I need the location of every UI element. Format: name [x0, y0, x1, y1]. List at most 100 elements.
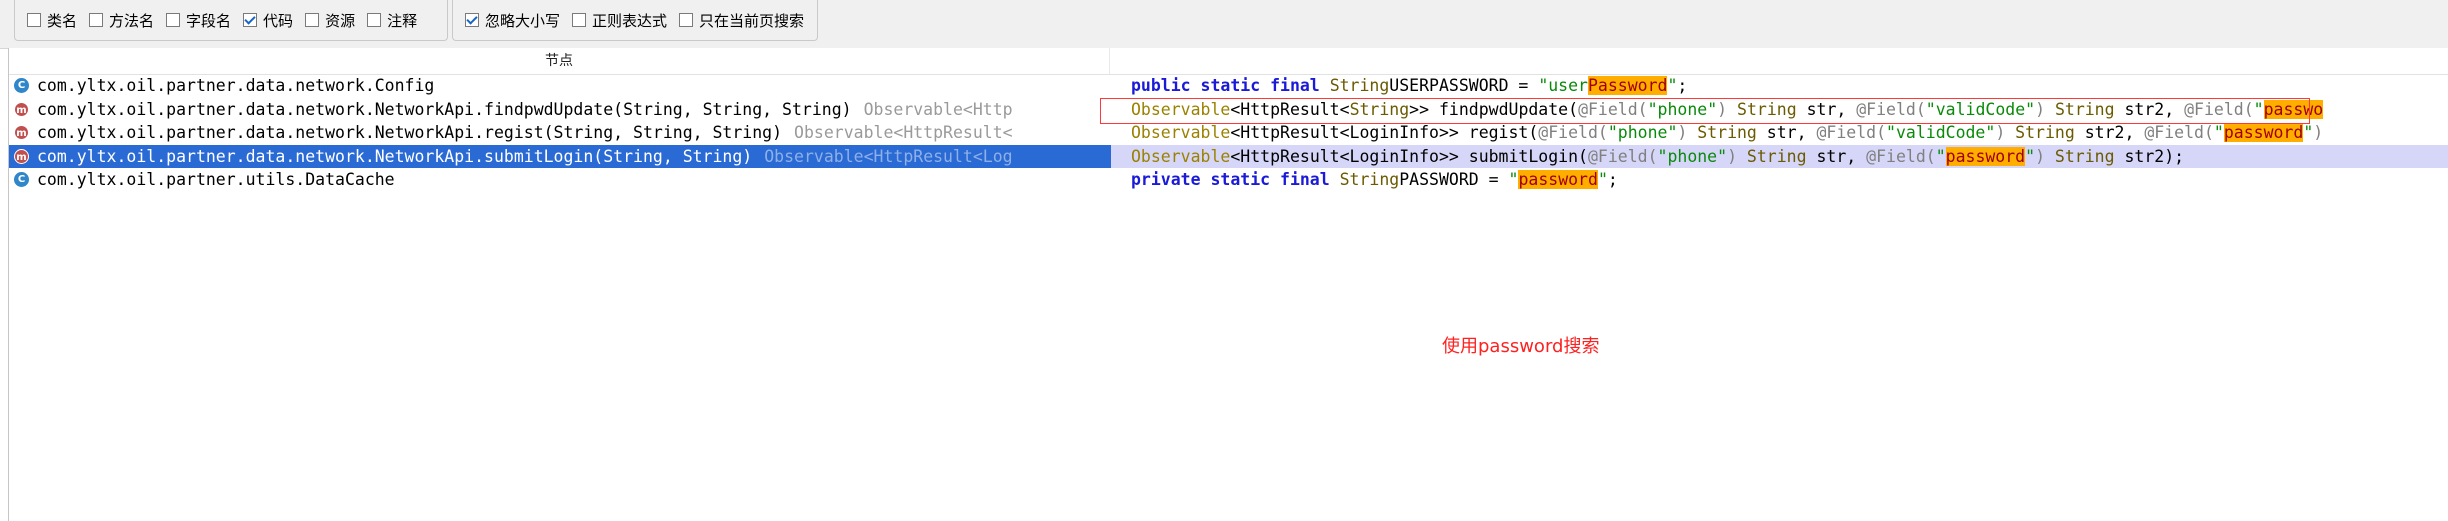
- code-token: Observable: [1131, 123, 1231, 142]
- node-cell[interactable]: Ccom.yltx.oil.partner.data.network.Confi…: [9, 74, 1111, 97]
- code-token: @Field(: [1856, 99, 1926, 119]
- code-token: ): [1677, 123, 1688, 142]
- code-token: ": [2213, 123, 2224, 142]
- code-token: "phone": [1607, 123, 1678, 142]
- result-row[interactable]: m com.yltx.oil.partner.data.network.Netwo…: [9, 98, 2448, 121]
- filter-code-checkbox[interactable]: 代码: [243, 10, 293, 31]
- checkbox-icon: [679, 13, 694, 27]
- code-token: ": [1935, 146, 1946, 166]
- node-column-header[interactable]: 节点: [9, 48, 1109, 75]
- node-label: com.yltx.oil.partner.utils.DataCache: [37, 170, 395, 189]
- code-column-header[interactable]: [1109, 48, 2448, 75]
- search-options-group: 忽略大小写 正则表达式 只在当前页搜索: [452, 0, 818, 41]
- code-token: >> findpwdUpdate(: [1409, 99, 1579, 119]
- checkbox-icon: [367, 13, 382, 27]
- node-label: com.yltx.oil.partner.data.network.Networ…: [37, 99, 1013, 119]
- code-token: @Field(: [1816, 123, 1887, 142]
- node-cell[interactable]: m com.yltx.oil.partner.data.network.Netwo…: [9, 144, 1111, 168]
- code-token: <HttpResult<LoginInfo>> regist(: [1230, 123, 1539, 142]
- code-token: str,: [1796, 99, 1857, 119]
- code-token: USERPASSWORD =: [1389, 76, 1539, 95]
- search-match: passwo: [2263, 99, 2324, 119]
- search-toolbar: 类名 方法名 字段名 代码 资源 注释 忽略大小写 正则表达式 只在当前页搜索: [0, 0, 2448, 49]
- code-token: String: [1329, 76, 1390, 95]
- code-token: @Field(: [2184, 99, 2254, 119]
- current-page-only-checkbox[interactable]: 只在当前页搜索: [679, 10, 804, 31]
- class-icon: C: [14, 78, 29, 93]
- code-token: String: [1349, 99, 1410, 119]
- ignore-case-checkbox[interactable]: 忽略大小写: [465, 10, 560, 31]
- filter-class-name-checkbox[interactable]: 类名: [27, 10, 77, 31]
- code-token: @Field(: [2144, 123, 2214, 142]
- search-results-panel: 节点 Ccom.yltx.oil.partner.data.network.Co…: [8, 48, 2448, 521]
- return-type-preview: Observable<HttpResult<: [794, 123, 1013, 142]
- method-icon: m: [14, 125, 29, 140]
- code-token: @Field(: [1587, 146, 1658, 166]
- code-cell[interactable]: Observable<HttpResult<LoginInfo>> submit…: [1111, 144, 2448, 168]
- code-token: ": [1667, 76, 1678, 95]
- code-token: ": [2303, 123, 2314, 142]
- filter-method-name-checkbox[interactable]: 方法名: [89, 10, 154, 31]
- code-token: Observable: [1131, 99, 1231, 119]
- search-match: Password: [1587, 76, 1668, 95]
- node-label: com.yltx.oil.partner.data.network.Networ…: [37, 146, 1013, 166]
- result-row[interactable]: Ccom.yltx.oil.partner.utils.DataCache pri…: [9, 168, 2448, 191]
- code-token: String: [2045, 146, 2115, 166]
- code-token: str2,: [2114, 99, 2185, 119]
- node-label: com.yltx.oil.partner.data.network.Networ…: [37, 123, 1013, 142]
- filter-field-name-checkbox[interactable]: 字段名: [166, 10, 231, 31]
- node-cell[interactable]: m com.yltx.oil.partner.data.network.Netwo…: [9, 98, 1111, 121]
- code-token: ): [1717, 99, 1728, 119]
- checkbox-icon: [572, 13, 587, 27]
- filter-resource-checkbox[interactable]: 资源: [305, 10, 355, 31]
- search-match: password: [1945, 146, 2026, 166]
- code-cell[interactable]: Observable<HttpResult<LoginInfo>> regist…: [1111, 121, 2448, 144]
- search-match: password: [1518, 170, 1598, 189]
- code-token: ): [1995, 123, 2006, 142]
- search-scope-group: 类名 方法名 字段名 代码 资源 注释: [14, 0, 448, 41]
- code-token: ": [2025, 146, 2036, 166]
- code-token: "validCode": [1925, 99, 2036, 119]
- code-token: "validCode": [1886, 123, 1996, 142]
- code-token: @Field(: [1866, 146, 1936, 166]
- code-token: str2,: [2074, 123, 2145, 142]
- checkbox-checked-icon: [465, 13, 479, 27]
- code-token: String: [1737, 146, 1807, 166]
- checkbox-checked-icon: [243, 13, 258, 27]
- checkbox-icon: [27, 13, 41, 27]
- checkbox-icon: [89, 13, 104, 27]
- code-token: ): [2035, 99, 2046, 119]
- code-cell[interactable]: private static final StringPASSWORD = "p…: [1111, 168, 2448, 191]
- class-icon: C: [14, 172, 29, 187]
- return-type-preview: Observable<Http: [863, 99, 1013, 119]
- method-icon: m: [14, 148, 29, 164]
- filter-comment-checkbox[interactable]: 注释: [367, 10, 417, 31]
- result-row[interactable]: m com.yltx.oil.partner.data.network.Netwo…: [9, 144, 2448, 168]
- node-cell[interactable]: Ccom.yltx.oil.partner.utils.DataCache: [9, 168, 1111, 191]
- code-token: PASSWORD =: [1399, 170, 1509, 189]
- code-token: @Field(: [1538, 123, 1608, 142]
- code-token: ): [2035, 146, 2045, 166]
- code-token: ;: [1607, 170, 1618, 189]
- return-type-preview: Observable<HttpResult<Log: [764, 146, 1013, 166]
- regex-checkbox[interactable]: 正则表达式: [572, 10, 667, 31]
- code-token: String: [1687, 123, 1757, 142]
- code-token: ): [1727, 146, 1737, 166]
- checkbox-icon: [166, 13, 181, 27]
- result-row[interactable]: m com.yltx.oil.partner.data.network.Netwo…: [9, 121, 2448, 144]
- code-cell[interactable]: public static final StringUSERPASSWORD =…: [1111, 74, 2448, 97]
- node-cell[interactable]: m com.yltx.oil.partner.data.network.Netwo…: [9, 121, 1111, 144]
- code-token: String: [2005, 123, 2075, 142]
- node-label: com.yltx.oil.partner.data.network.Config: [37, 76, 435, 95]
- code-token: "user: [1538, 76, 1588, 95]
- result-row[interactable]: Ccom.yltx.oil.partner.data.network.Confi…: [9, 74, 2448, 97]
- code-token: @Field(: [1578, 99, 1648, 119]
- code-token: private static final: [1131, 170, 1340, 189]
- code-token: String: [2045, 99, 2115, 119]
- code-token: public static final: [1131, 76, 1330, 95]
- code-token: String: [1339, 170, 1400, 189]
- code-token: Observable: [1131, 146, 1231, 166]
- code-cell[interactable]: Observable<HttpResult<String>> findpwdUp…: [1111, 98, 2448, 121]
- code-token: <HttpResult<LoginInfo>> submitLogin(: [1230, 146, 1588, 166]
- code-token: String: [1727, 99, 1797, 119]
